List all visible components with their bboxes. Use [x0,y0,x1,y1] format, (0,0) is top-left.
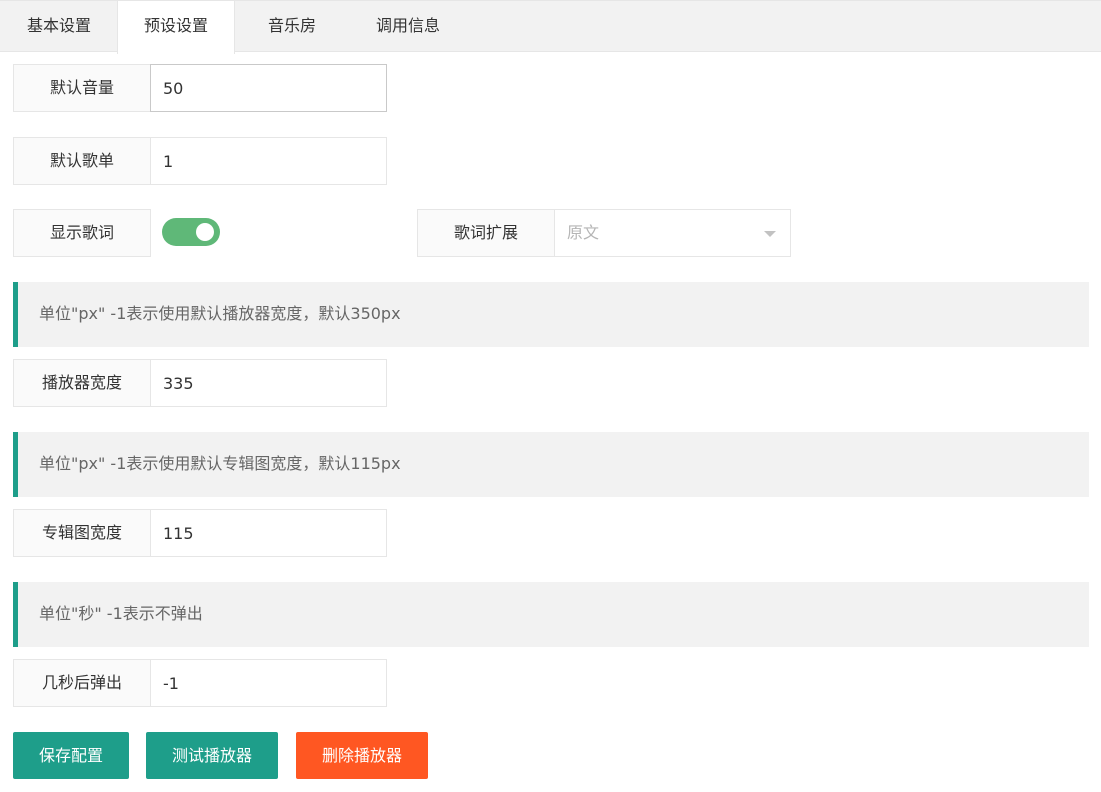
player-width-tip: 单位"px" -1表示使用默认播放器宽度，默认350px [13,282,1089,347]
show-lyrics-label: 显示歌词 [13,209,151,257]
lyrics-ext-label: 歌词扩展 [417,209,555,257]
cover-width-input[interactable] [150,509,387,557]
save-config-button[interactable]: 保存配置 [13,732,129,779]
cover-width-tip: 单位"px" -1表示使用默认专辑图宽度，默认115px [13,432,1089,497]
tab-preset-settings[interactable]: 预设设置 [117,1,235,54]
tab-music-room[interactable]: 音乐房 [235,1,349,53]
toggle-knob [196,223,214,241]
cover-width-label: 专辑图宽度 [13,509,151,557]
player-width-input[interactable] [150,359,387,407]
lyrics-ext-form-item: 歌词扩展 原文 [417,209,791,257]
player-width-label: 播放器宽度 [13,359,151,407]
tab-call-info[interactable]: 调用信息 [349,1,467,53]
popup-delay-label: 几秒后弹出 [13,659,151,707]
tab-bar: 基本设置 预设设置 音乐房 调用信息 [0,0,1101,54]
delete-player-button[interactable]: 删除播放器 [296,732,428,779]
lyrics-ext-selected-value: 原文 [567,223,600,242]
show-lyrics-toggle[interactable] [162,218,220,246]
volume-input[interactable] [150,64,387,112]
lyrics-ext-select[interactable]: 原文 [554,209,791,257]
popup-delay-tip: 单位"秒" -1表示不弹出 [13,582,1089,647]
chevron-down-icon [764,231,776,237]
popup-delay-input[interactable] [150,659,387,707]
playlist-label: 默认歌单 [13,137,151,185]
test-player-button[interactable]: 测试播放器 [146,732,278,779]
volume-label: 默认音量 [13,64,151,112]
tab-basic-settings[interactable]: 基本设置 [0,1,118,53]
playlist-input[interactable] [150,137,387,185]
show-lyrics-form-item: 显示歌词 [13,209,393,257]
